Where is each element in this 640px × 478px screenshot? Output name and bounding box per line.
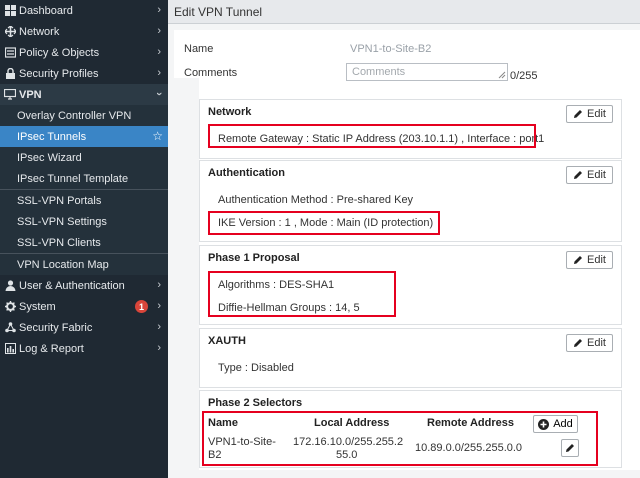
sidebar-item-ssl-vpn-clients[interactable]: SSL-VPN Clients	[0, 232, 168, 253]
sidebar-item-label: SSL-VPN Settings	[17, 215, 107, 228]
sidebar-item-security-profiles[interactable]: Security Profiles ›	[0, 63, 168, 84]
sidebar: Dashboard › Network › Policy & Objects ›…	[0, 0, 168, 478]
chevron-right-icon: ›	[157, 46, 161, 58]
highlight-box	[208, 124, 536, 148]
star-icon[interactable]: ☆	[152, 129, 163, 143]
section-title: Authentication	[208, 167, 285, 179]
chevron-right-icon: ›	[157, 279, 161, 291]
pencil-icon	[574, 256, 583, 264]
lock-icon	[4, 68, 16, 80]
comments-char-count: 0/255	[510, 70, 538, 82]
comments-field[interactable]: Comments	[346, 63, 508, 81]
sidebar-item-label: SSL-VPN Clients	[17, 236, 101, 249]
highlight-box	[208, 211, 440, 235]
pencil-icon	[574, 110, 583, 118]
user-icon	[4, 280, 16, 292]
highlight-box	[208, 271, 396, 317]
sidebar-item-label: Security Fabric	[19, 321, 93, 334]
chevron-right-icon: ›	[157, 4, 161, 16]
main-panel: Edit VPN Tunnel Name VPN1-to-Site-B2 Com…	[168, 0, 640, 478]
section-title: Network	[208, 106, 252, 118]
chart-icon	[4, 343, 16, 355]
page-title: Edit VPN Tunnel	[168, 0, 640, 24]
sidebar-item-ipsec-tunnel-template[interactable]: IPsec Tunnel Template	[0, 168, 168, 189]
pencil-icon	[574, 339, 583, 347]
highlight-box	[202, 411, 598, 466]
resize-handle-icon	[498, 71, 506, 79]
phase1-edit-button[interactable]: Edit	[566, 251, 613, 269]
edit-label: Edit	[587, 169, 606, 181]
name-label: Name	[184, 43, 214, 55]
sidebar-item-policy-objects[interactable]: Policy & Objects ›	[0, 42, 168, 63]
sidebar-item-ipsec-tunnels[interactable]: IPsec Tunnels ☆	[0, 126, 168, 147]
sidebar-item-log-report[interactable]: Log & Report ›	[0, 338, 168, 359]
sidebar-item-label: Network	[19, 25, 60, 38]
sidebar-item-label: IPsec Tunnel Template	[17, 172, 129, 185]
chevron-right-icon: ›	[157, 67, 161, 79]
section-title: Phase 2 Selectors	[208, 397, 303, 409]
sidebar-item-label: Policy & Objects	[19, 46, 100, 59]
policy-icon	[4, 47, 16, 59]
pencil-icon	[574, 171, 583, 179]
sidebar-item-vpn[interactable]: VPN ›	[0, 84, 168, 105]
section-gutter	[174, 78, 199, 470]
chevron-right-icon: ›	[157, 25, 161, 37]
fabric-icon	[4, 322, 16, 334]
chevron-right-icon: ›	[157, 300, 161, 312]
edit-label: Edit	[587, 337, 606, 349]
sidebar-item-ssl-vpn-settings[interactable]: SSL-VPN Settings	[0, 211, 168, 232]
section-title: Phase 1 Proposal	[208, 252, 300, 264]
chevron-down-icon: ›	[153, 92, 166, 96]
sidebar-item-label: IPsec Wizard	[17, 151, 82, 164]
chevron-right-icon: ›	[157, 321, 161, 333]
monitor-icon	[4, 89, 16, 101]
sidebar-item-label: VPN Location Map	[17, 258, 109, 271]
chevron-right-icon: ›	[157, 342, 161, 354]
comments-placeholder: Comments	[352, 66, 406, 78]
sidebar-item-label: Overlay Controller VPN	[17, 109, 132, 122]
name-value: VPN1-to-Site-B2	[350, 43, 432, 55]
network-icon	[4, 26, 16, 38]
sidebar-item-label: System	[19, 300, 56, 313]
section-xauth: XAUTH Edit Type : Disabled	[199, 328, 622, 388]
xauth-type-info: Type : Disabled	[218, 362, 294, 374]
network-edit-button[interactable]: Edit	[566, 105, 613, 123]
sidebar-item-label: SSL-VPN Portals	[17, 194, 102, 207]
edit-label: Edit	[587, 254, 606, 266]
authentication-edit-button[interactable]: Edit	[566, 166, 613, 184]
sidebar-item-overlay-controller-vpn[interactable]: Overlay Controller VPN	[0, 105, 168, 126]
section-title: XAUTH	[208, 335, 246, 347]
notification-badge: 1	[135, 300, 148, 313]
sidebar-item-vpn-location-map[interactable]: VPN Location Map	[0, 254, 168, 275]
sidebar-item-label: VPN	[19, 88, 42, 101]
authentication-method-info: Authentication Method : Pre-shared Key	[218, 194, 414, 206]
dashboard-icon	[4, 5, 16, 17]
sidebar-item-label: User & Authentication	[19, 279, 125, 292]
sidebar-item-network[interactable]: Network ›	[0, 21, 168, 42]
sidebar-item-label: IPsec Tunnels	[17, 130, 87, 143]
edit-label: Edit	[587, 108, 606, 120]
sidebar-item-label: Dashboard	[19, 4, 73, 17]
gear-icon	[4, 301, 16, 313]
sidebar-item-ipsec-wizard[interactable]: IPsec Wizard	[0, 147, 168, 168]
sidebar-item-label: Security Profiles	[19, 67, 99, 80]
sidebar-item-ssl-vpn-portals[interactable]: SSL-VPN Portals	[0, 190, 168, 211]
sidebar-item-label: Log & Report	[19, 342, 84, 355]
sidebar-item-security-fabric[interactable]: Security Fabric ›	[0, 317, 168, 338]
sidebar-item-user-authentication[interactable]: User & Authentication ›	[0, 275, 168, 296]
xauth-edit-button[interactable]: Edit	[566, 334, 613, 352]
sidebar-item-system[interactable]: System 1 ›	[0, 296, 168, 317]
sidebar-item-dashboard[interactable]: Dashboard ›	[0, 0, 168, 21]
